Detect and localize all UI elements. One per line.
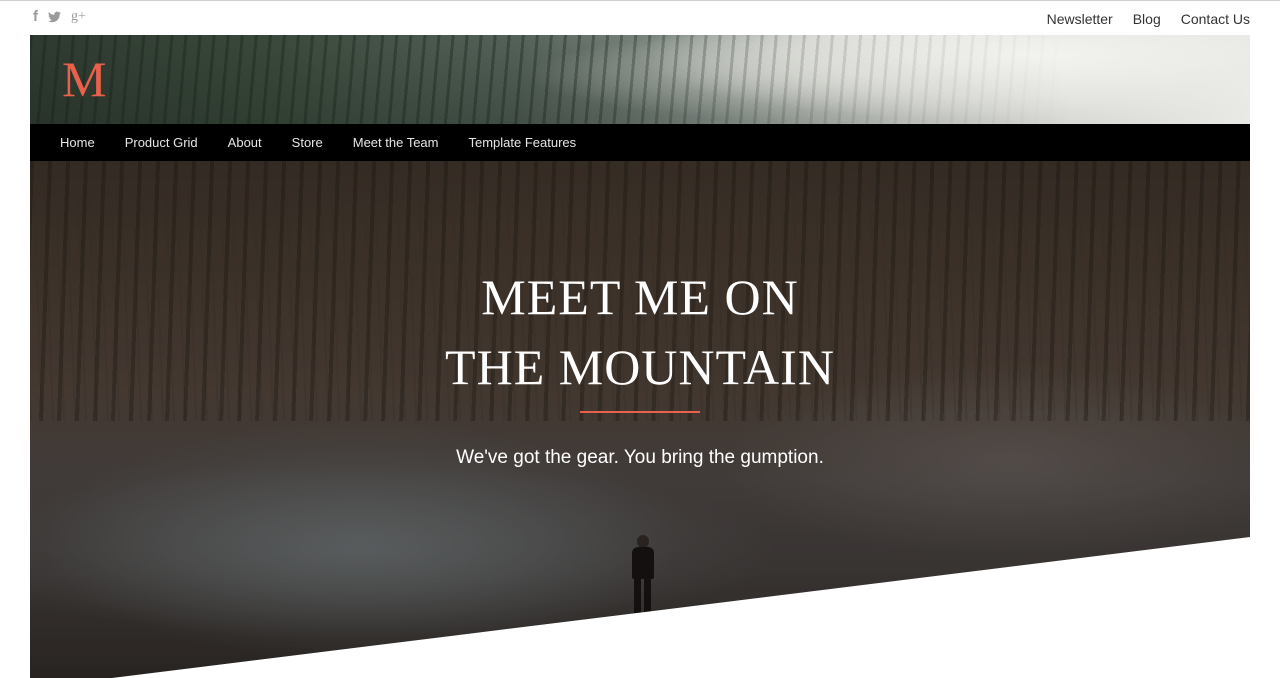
hero-diagonal-cut: [112, 537, 1250, 678]
